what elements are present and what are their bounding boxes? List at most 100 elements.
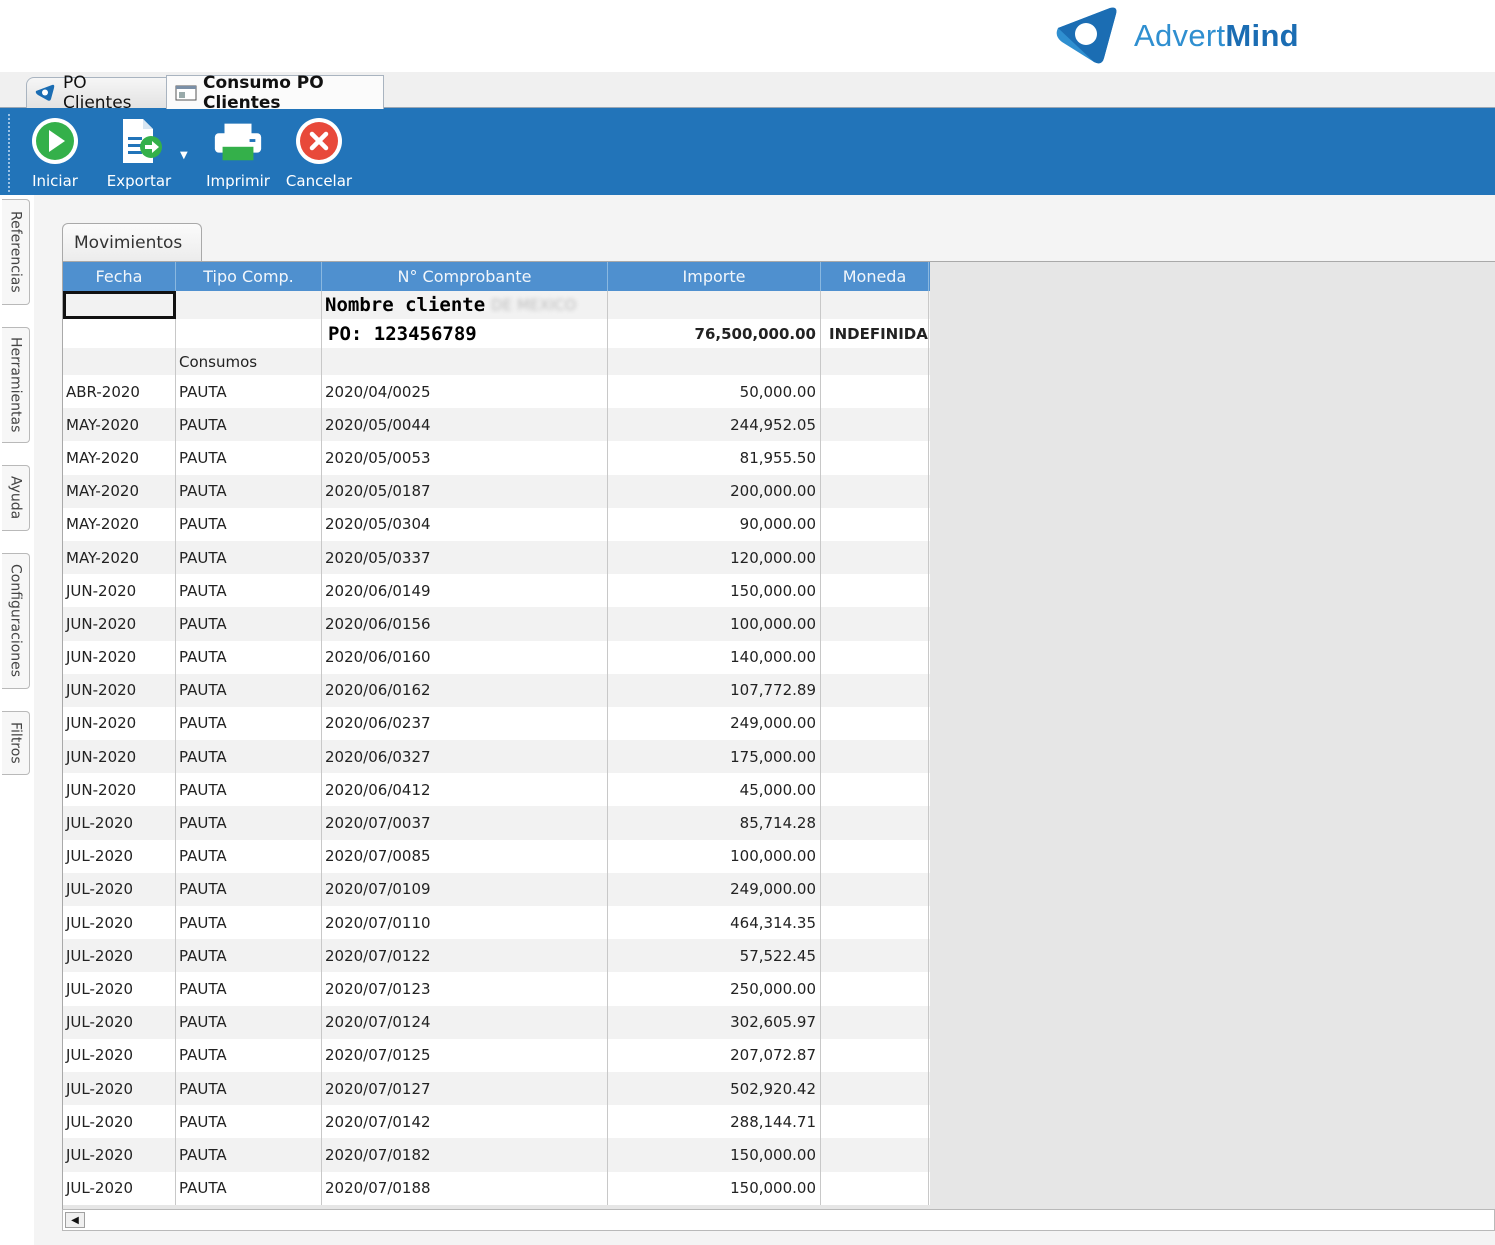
table-row[interactable]: JUL-2020 PAUTA 2020/07/0037 85,714.28 — [63, 806, 930, 840]
tab-po-clientes[interactable]: PO Clientes — [26, 73, 168, 113]
cell-n-comprobante[interactable]: 2020/04/0025 — [322, 375, 608, 409]
cell-tipo-comp[interactable]: PAUTA — [176, 1171, 322, 1205]
cell-moneda[interactable] — [821, 540, 929, 575]
cell-importe[interactable]: 150,000.00 — [608, 1138, 821, 1172]
cell-fecha[interactable]: JUL-2020 — [63, 1071, 176, 1106]
table-row[interactable]: JUN-2020 PAUTA 2020/06/0160 140,000.00 — [63, 640, 930, 674]
iniciar-button[interactable]: Iniciar — [26, 114, 84, 192]
cell-moneda[interactable] — [821, 441, 929, 475]
cell-fecha[interactable]: JUN-2020 — [63, 673, 176, 707]
cell-n-comprobante[interactable]: 2020/07/0122 — [322, 939, 608, 973]
cell-n-comprobante[interactable]: 2020/05/0337 — [322, 540, 608, 575]
cell-moneda[interactable] — [821, 1005, 929, 1039]
table-row[interactable]: JUL-2020 PAUTA 2020/07/0110 464,314.35 — [63, 906, 930, 940]
table-row[interactable]: MAY-2020 PAUTA 2020/05/0337 120,000.00 — [63, 540, 930, 575]
cell-moneda[interactable] — [821, 607, 929, 641]
cell-moneda[interactable] — [821, 773, 929, 807]
table-row[interactable]: MAY-2020 PAUTA 2020/05/0187 200,000.00 — [63, 474, 930, 508]
cell-fecha[interactable]: JUL-2020 — [63, 939, 176, 973]
cell-fecha[interactable]: MAY-2020 — [63, 408, 176, 442]
table-row[interactable]: JUL-2020 PAUTA 2020/07/0127 502,920.42 — [63, 1071, 930, 1106]
cell-importe[interactable]: 249,000.00 — [608, 706, 821, 741]
grid-cell[interactable]: PO: 123456789 — [322, 319, 608, 348]
cell-importe[interactable]: 100,000.00 — [608, 607, 821, 641]
cell-importe[interactable]: 90,000.00 — [608, 507, 821, 541]
cell-n-comprobante[interactable]: 2020/05/0053 — [322, 441, 608, 475]
cell-tipo-comp[interactable]: PAUTA — [176, 1038, 322, 1072]
table-row[interactable]: MAY-2020 PAUTA 2020/05/0044 244,952.05 — [63, 408, 930, 442]
cell-tipo-comp[interactable]: PAUTA — [176, 1071, 322, 1106]
table-row[interactable]: JUL-2020 PAUTA 2020/07/0122 57,522.45 — [63, 939, 930, 973]
cell-fecha[interactable]: JUL-2020 — [63, 1005, 176, 1039]
cell-tipo-comp[interactable]: PAUTA — [176, 540, 322, 575]
cell-fecha[interactable]: JUL-2020 — [63, 906, 176, 940]
cell-moneda[interactable] — [821, 939, 929, 973]
cell-fecha[interactable]: JUN-2020 — [63, 574, 176, 608]
cell-moneda[interactable] — [821, 872, 929, 906]
cell-fecha[interactable]: JUN-2020 — [63, 773, 176, 807]
column-header-n-comprobante[interactable]: N° Comprobante — [322, 262, 608, 291]
cell-n-comprobante[interactable]: 2020/06/0237 — [322, 706, 608, 741]
cell-tipo-comp[interactable]: PAUTA — [176, 408, 322, 442]
cell-tipo-comp[interactable]: PAUTA — [176, 839, 322, 873]
client-name-row[interactable]: Nombre cliente DE MEXICO — [63, 291, 930, 319]
cell-n-comprobante[interactable]: 2020/06/0412 — [322, 773, 608, 807]
cell-fecha[interactable]: JUL-2020 — [63, 839, 176, 873]
cell-tipo-comp[interactable]: PAUTA — [176, 872, 322, 906]
cell-n-comprobante[interactable]: 2020/06/0160 — [322, 640, 608, 674]
cell-importe[interactable]: 249,000.00 — [608, 872, 821, 906]
cell-n-comprobante[interactable]: 2020/07/0085 — [322, 839, 608, 873]
cell-fecha[interactable]: ABR-2020 — [63, 375, 176, 409]
cell-moneda[interactable] — [821, 375, 929, 409]
table-row[interactable]: JUN-2020 PAUTA 2020/06/0237 249,000.00 — [63, 706, 930, 741]
cell-tipo-comp[interactable]: PAUTA — [176, 1105, 322, 1139]
grid-cell[interactable]: Consumos — [176, 348, 322, 375]
cell-fecha[interactable]: MAY-2020 — [63, 474, 176, 508]
cell-importe[interactable]: 100,000.00 — [608, 839, 821, 873]
cell-moneda[interactable] — [821, 1171, 929, 1205]
cell-tipo-comp[interactable]: PAUTA — [176, 1138, 322, 1172]
cell-importe[interactable]: 107,772.89 — [608, 673, 821, 707]
cell-tipo-comp[interactable]: PAUTA — [176, 640, 322, 674]
cell-importe[interactable]: 120,000.00 — [608, 540, 821, 575]
cell-tipo-comp[interactable]: PAUTA — [176, 574, 322, 608]
column-header-fecha[interactable]: Fecha — [63, 262, 176, 291]
grid-cell[interactable]: INDEFINIDA — [821, 319, 929, 348]
cell-tipo-comp[interactable]: PAUTA — [176, 939, 322, 973]
grid-cell[interactable] — [608, 348, 821, 375]
grid-cell[interactable]: 76,500,000.00 — [608, 319, 821, 348]
cell-fecha[interactable]: MAY-2020 — [63, 540, 176, 575]
cell-importe[interactable]: 81,955.50 — [608, 441, 821, 475]
cell-importe[interactable]: 45,000.00 — [608, 773, 821, 807]
cell-tipo-comp[interactable]: PAUTA — [176, 972, 322, 1006]
cell-n-comprobante[interactable]: 2020/07/0109 — [322, 872, 608, 906]
cell-importe[interactable]: 502,920.42 — [608, 1071, 821, 1106]
cell-moneda[interactable] — [821, 408, 929, 442]
cell-moneda[interactable] — [821, 972, 929, 1006]
cell-n-comprobante[interactable]: 2020/07/0188 — [322, 1171, 608, 1205]
cell-moneda[interactable] — [821, 740, 929, 774]
cell-importe[interactable]: 200,000.00 — [608, 474, 821, 508]
cell-n-comprobante[interactable]: 2020/06/0162 — [322, 673, 608, 707]
cell-tipo-comp[interactable]: PAUTA — [176, 474, 322, 508]
table-row[interactable]: JUN-2020 PAUTA 2020/06/0327 175,000.00 — [63, 740, 930, 774]
table-row[interactable]: JUL-2020 PAUTA 2020/07/0182 150,000.00 — [63, 1138, 930, 1172]
column-header-importe[interactable]: Importe — [608, 262, 821, 291]
cell-moneda[interactable] — [821, 1138, 929, 1172]
cell-fecha[interactable]: JUN-2020 — [63, 607, 176, 641]
exportar-dropdown-arrow-icon[interactable]: ▼ — [180, 150, 188, 161]
table-row[interactable]: JUN-2020 PAUTA 2020/06/0156 100,000.00 — [63, 607, 930, 641]
cell-fecha[interactable]: JUL-2020 — [63, 1171, 176, 1205]
cell-tipo-comp[interactable]: PAUTA — [176, 806, 322, 840]
cell-moneda[interactable] — [821, 1071, 929, 1106]
cell-fecha[interactable]: JUN-2020 — [63, 740, 176, 774]
table-row[interactable]: JUL-2020 PAUTA 2020/07/0142 288,144.71 — [63, 1105, 930, 1139]
grid-cell[interactable] — [608, 291, 821, 319]
grid-cell[interactable]: Nombre cliente DE MEXICO — [322, 291, 608, 319]
cell-importe[interactable]: 50,000.00 — [608, 375, 821, 409]
cell-tipo-comp[interactable]: PAUTA — [176, 773, 322, 807]
cell-n-comprobante[interactable]: 2020/07/0123 — [322, 972, 608, 1006]
cell-moneda[interactable] — [821, 806, 929, 840]
cell-n-comprobante[interactable]: 2020/07/0125 — [322, 1038, 608, 1072]
cell-tipo-comp[interactable]: PAUTA — [176, 507, 322, 541]
